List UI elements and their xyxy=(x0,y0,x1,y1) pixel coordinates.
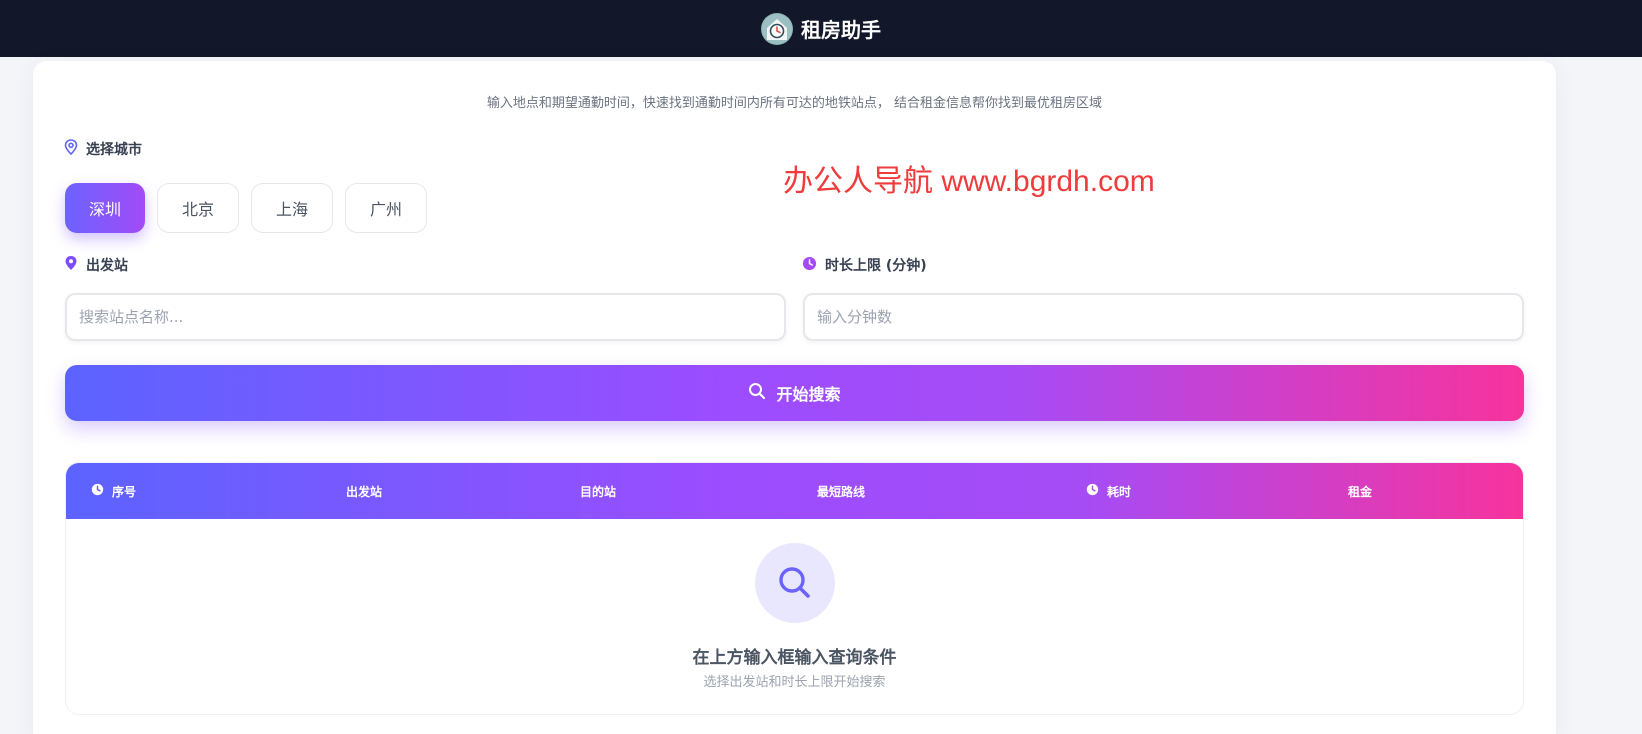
search-icon xyxy=(748,382,766,404)
column-header-departure: 出发站 xyxy=(346,484,383,499)
table-header: 序号 出发站 目的站 最短路线 耗时 租金 xyxy=(66,463,1523,519)
main-card: 输入地点和期望通勤时间，快速找到通勤时间内所有可达的地铁站点， 结合租金信息帮你… xyxy=(33,61,1556,734)
results-table: 序号 出发站 目的站 最短路线 耗时 租金 在上方输入框输入查询条件 选择出发站… xyxy=(65,462,1524,715)
page-subtitle: 输入地点和期望通勤时间，快速找到通勤时间内所有可达的地铁站点， 结合租金信息帮你… xyxy=(486,96,1103,111)
watermark-text: 办公人导航 www.bgrdh.com xyxy=(783,165,1155,198)
duration-label-text: 时长上限 (分钟) xyxy=(825,258,927,274)
start-search-button[interactable]: 开始搜索 xyxy=(65,365,1524,421)
location-pin-outline-icon xyxy=(64,139,78,159)
empty-state-subtitle: 选择出发站和时长上限开始搜索 xyxy=(703,675,886,690)
empty-state-search-icon xyxy=(755,543,835,623)
departure-label: 出发站 xyxy=(64,255,128,275)
duration-limit-input[interactable] xyxy=(803,293,1524,341)
departure-station-input[interactable] xyxy=(65,293,786,341)
city-selector: 深圳 北京 上海 广州 xyxy=(65,183,427,233)
city-label-text: 选择城市 xyxy=(86,142,142,158)
location-pin-icon xyxy=(64,255,78,275)
clock-icon xyxy=(1086,483,1099,499)
departure-label-text: 出发站 xyxy=(86,258,128,274)
city-option-beijing[interactable]: 北京 xyxy=(157,183,239,233)
clock-icon xyxy=(802,256,817,275)
column-header-rent: 租金 xyxy=(1348,484,1373,499)
start-search-label: 开始搜索 xyxy=(776,385,841,404)
city-label: 选择城市 xyxy=(64,139,142,159)
column-header-duration: 耗时 xyxy=(1086,463,1131,519)
city-option-guangzhou[interactable]: 广州 xyxy=(345,183,427,233)
column-header-route: 最短路线 xyxy=(817,484,866,499)
city-option-shanghai[interactable]: 上海 xyxy=(251,183,333,233)
clock-icon xyxy=(91,483,104,499)
clock-house-logo-icon xyxy=(761,12,793,45)
app-header: 租房助手 xyxy=(0,0,1642,57)
column-header-destination: 目的站 xyxy=(580,484,617,499)
app-title: 租房助手 xyxy=(801,18,881,42)
empty-state-title: 在上方输入框输入查询条件 xyxy=(692,648,897,668)
city-option-shenzhen[interactable]: 深圳 xyxy=(65,183,145,233)
duration-label: 时长上限 (分钟) xyxy=(802,255,927,275)
column-header-index: 序号 xyxy=(91,463,136,519)
